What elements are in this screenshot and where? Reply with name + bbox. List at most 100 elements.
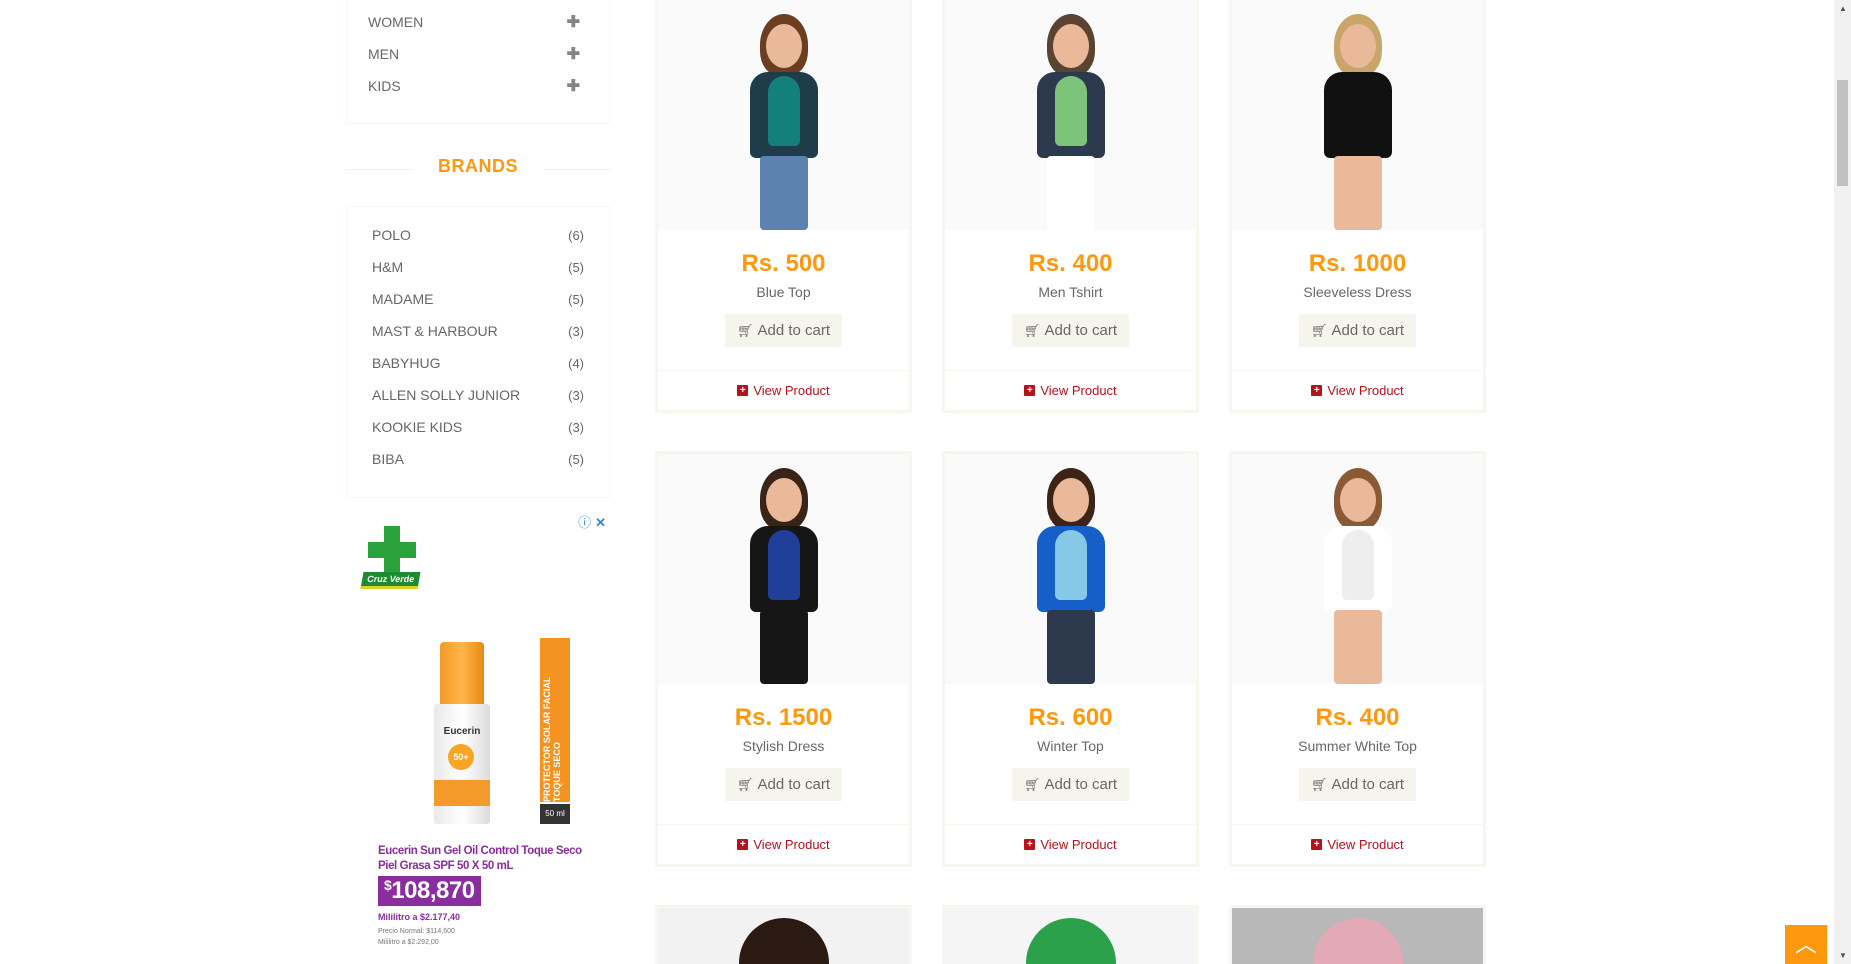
- add-to-cart-button[interactable]: 🛒︎ Add to cart: [724, 314, 843, 347]
- view-product-label: View Product: [1327, 837, 1404, 852]
- pharmacy-cross-logo: [368, 526, 416, 574]
- add-to-cart-label: Add to cart: [1044, 322, 1118, 339]
- product-price: Rs. 400: [1315, 704, 1400, 731]
- brand-item-biba[interactable]: BIBA (5): [372, 443, 584, 475]
- product-image[interactable]: [1232, 0, 1483, 230]
- product-card: Rs. 400 Summer White Top 🛒︎ Add to cart +…: [1229, 451, 1486, 867]
- add-to-cart-button[interactable]: 🛒︎ Add to cart: [1011, 768, 1130, 801]
- brand-item-babyhug[interactable]: BABYHUG (4): [372, 347, 584, 379]
- brands-heading-text: BRANDS: [411, 156, 544, 176]
- product-name: Blue Top: [756, 284, 811, 300]
- ad-per-ml: Mililitro a $2.177,40: [378, 912, 461, 922]
- view-product-link[interactable]: + View Product: [1232, 370, 1483, 410]
- add-to-cart-button[interactable]: 🛒︎ Add to cart: [1011, 314, 1130, 347]
- brand-count: (3): [568, 387, 584, 403]
- brand-count: (5): [568, 291, 584, 307]
- product-image[interactable]: [1232, 454, 1483, 684]
- brand-name[interactable]: ALLEN SOLLY JUNIOR: [372, 387, 520, 403]
- view-product-link[interactable]: + View Product: [945, 824, 1196, 864]
- scrollbar-thumb[interactable]: [1837, 80, 1848, 186]
- product-image[interactable]: [945, 908, 1196, 964]
- plus-square-icon: +: [1311, 385, 1323, 396]
- product-price: Rs. 400: [1028, 250, 1113, 277]
- brand-count: (6): [568, 227, 584, 243]
- product-image[interactable]: [1232, 908, 1483, 964]
- brand-item-allen-solly-junior[interactable]: ALLEN SOLLY JUNIOR (3): [372, 379, 584, 411]
- category-women[interactable]: WOMEN ✚: [368, 6, 588, 38]
- brand-name[interactable]: H&M: [372, 259, 403, 275]
- product-box-image: PROTECTOR SOLAR FACIAL TOQUE SECO: [540, 638, 570, 802]
- chevron-up-icon: ︿: [1794, 932, 1817, 957]
- brand-name[interactable]: BIBA: [372, 451, 404, 467]
- normal-price-text: Precio Normal: $114,600: [378, 928, 455, 935]
- ad-product-title[interactable]: Eucerin Sun Gel Oil Control Toque Seco P…: [378, 844, 588, 874]
- scroll-down-arrow-icon[interactable]: ▼: [1839, 951, 1847, 960]
- scroll-to-top-button[interactable]: ︿: [1785, 925, 1827, 964]
- product-price: Rs. 500: [741, 250, 826, 277]
- category-men[interactable]: MEN ✚: [368, 38, 588, 70]
- product-name: Stylish Dress: [742, 738, 825, 754]
- add-to-cart-button[interactable]: 🛒︎ Add to cart: [724, 768, 843, 801]
- ad-info-icon[interactable]: ⓘ: [578, 515, 591, 530]
- view-product-link[interactable]: + View Product: [658, 824, 909, 864]
- brand-item-hm[interactable]: H&M (5): [372, 251, 584, 283]
- view-product-link[interactable]: + View Product: [658, 370, 909, 410]
- ad-close-icon[interactable]: ✕: [595, 515, 606, 530]
- add-to-cart-button[interactable]: 🛒︎ Add to cart: [1298, 314, 1417, 347]
- advertisement[interactable]: ⓘ ✕ Cruz Verde Eucerin 50+ PROTECTOR SOLA…: [346, 510, 610, 964]
- brand-item-mast-harbour[interactable]: MAST & HARBOUR (3): [372, 315, 584, 347]
- plus-icon[interactable]: ✚: [567, 44, 580, 64]
- model-figure: [1011, 14, 1131, 230]
- brand-name[interactable]: MAST & HARBOUR: [372, 323, 498, 339]
- product-card: Rs. 400 Men Tshirt 🛒︎ Add to cart + View P…: [942, 0, 1199, 413]
- product-image[interactable]: [658, 908, 909, 964]
- product-card: Rs. 600 Winter Top 🛒︎ Add to cart + View P…: [942, 451, 1199, 867]
- left-sidebar: WOMEN ✚ MEN ✚ KIDS ✚ BRANDS POLO (6) H&M…: [346, 0, 610, 498]
- model-figure: [724, 468, 844, 684]
- category-label: KIDS: [368, 78, 401, 94]
- product-image[interactable]: [658, 0, 909, 230]
- plus-icon[interactable]: ✚: [567, 12, 580, 32]
- brand-count: (3): [568, 323, 584, 339]
- category-label: WOMEN: [368, 14, 424, 30]
- category-panel: WOMEN ✚ MEN ✚ KIDS ✚: [346, 0, 610, 124]
- brand-name[interactable]: POLO: [372, 227, 411, 243]
- scroll-up-arrow-icon[interactable]: ▲: [1839, 4, 1847, 13]
- brand-count: (4): [568, 355, 584, 371]
- ad-price-badge[interactable]: $108,870: [378, 876, 481, 906]
- brand-item-madame[interactable]: MADAME (5): [372, 283, 584, 315]
- brand-item-kookie-kids[interactable]: KOOKIE KIDS (3): [372, 411, 584, 443]
- view-product-label: View Product: [1327, 383, 1404, 398]
- category-label: MEN: [368, 46, 400, 62]
- view-product-link[interactable]: + View Product: [945, 370, 1196, 410]
- brands-panel: POLO (6) H&M (5) MADAME (5) MAST & HARBO…: [346, 206, 610, 498]
- view-product-link[interactable]: + View Product: [1232, 824, 1483, 864]
- product-image[interactable]: [945, 454, 1196, 684]
- category-kids[interactable]: KIDS ✚: [368, 70, 588, 102]
- brand-name[interactable]: MADAME: [372, 291, 433, 307]
- ad-normal-price: Precio Normal: $114,600 Mililitro a $2.2…: [378, 926, 455, 948]
- brand-count: (3): [568, 419, 584, 435]
- brands-heading: BRANDS: [346, 156, 610, 184]
- ad-controls: ⓘ ✕: [578, 512, 606, 531]
- model-figure: [1011, 468, 1131, 684]
- product-name: Winter Top: [1037, 738, 1104, 754]
- add-to-cart-button[interactable]: 🛒︎ Add to cart: [1298, 768, 1417, 801]
- product-bottle-image: Eucerin 50+: [434, 642, 490, 824]
- model-figure: [1298, 14, 1418, 230]
- brand-name[interactable]: KOOKIE KIDS: [372, 419, 462, 435]
- product-image[interactable]: [658, 454, 909, 684]
- view-product-label: View Product: [753, 383, 830, 398]
- plus-square-icon: +: [1024, 839, 1036, 850]
- view-product-label: View Product: [753, 837, 830, 852]
- vertical-scrollbar[interactable]: ▲ ▼: [1834, 0, 1851, 964]
- add-to-cart-label: Add to cart: [757, 776, 831, 793]
- add-to-cart-label: Add to cart: [1044, 776, 1118, 793]
- cart-icon: 🛒︎: [736, 777, 754, 792]
- product-image[interactable]: [945, 0, 1196, 230]
- plus-icon[interactable]: ✚: [567, 76, 580, 96]
- bottle-brand: Eucerin: [443, 726, 481, 737]
- brand-name[interactable]: BABYHUG: [372, 355, 440, 371]
- brand-item-polo[interactable]: POLO (6): [372, 219, 584, 251]
- plus-square-icon: +: [1311, 839, 1323, 850]
